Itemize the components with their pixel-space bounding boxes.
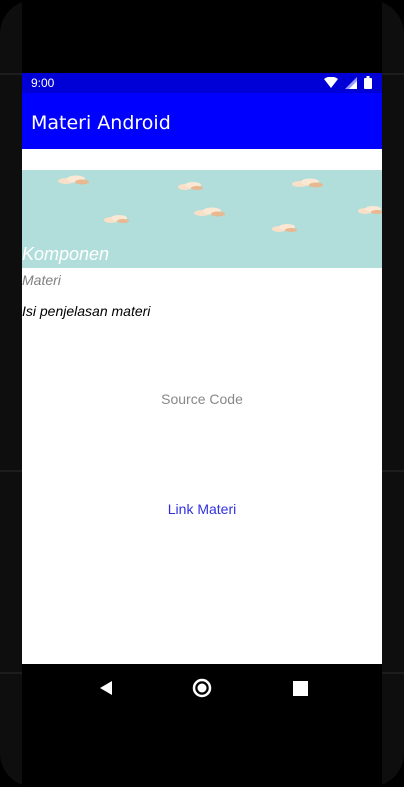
body-text: Isi penjelasan materi xyxy=(22,303,151,319)
cloud-icon xyxy=(358,206,382,214)
battery-icon xyxy=(364,74,372,93)
edge-line xyxy=(0,470,22,472)
cloud-icon xyxy=(194,207,225,217)
cloud-icon xyxy=(58,175,89,185)
edge-line xyxy=(382,73,404,75)
back-icon[interactable] xyxy=(94,676,118,700)
edge-line xyxy=(382,470,404,472)
recents-icon[interactable] xyxy=(288,676,312,700)
edge-line xyxy=(0,73,22,75)
edge-line xyxy=(382,672,404,674)
app-title: Materi Android xyxy=(31,112,171,134)
banner-image: Komponen xyxy=(22,170,382,268)
subtitle: Materi xyxy=(22,272,61,288)
app-screen: 9:00 Materi Android Komponen Materi Isi … xyxy=(22,73,382,664)
bezel-right xyxy=(382,0,404,787)
source-code-button[interactable]: Source Code xyxy=(22,391,382,415)
device-frame: 9:00 Materi Android Komponen Materi Isi … xyxy=(0,0,404,787)
status-time: 9:00 xyxy=(31,76,55,90)
cloud-icon xyxy=(292,178,323,188)
cloud-icon xyxy=(104,215,129,223)
status-bar: 9:00 xyxy=(22,73,382,93)
cloud-icon xyxy=(178,182,203,190)
wifi-icon xyxy=(324,74,338,93)
banner-title: Komponen xyxy=(22,244,110,264)
link-materi-button[interactable]: Link Materi xyxy=(22,501,382,525)
signal-icon xyxy=(345,74,357,93)
app-bar: Materi Android xyxy=(22,93,382,149)
bezel-top xyxy=(0,0,404,73)
cloud-icon xyxy=(272,224,297,232)
status-icons xyxy=(324,74,372,93)
home-icon[interactable] xyxy=(190,676,214,700)
bezel-left xyxy=(0,0,22,787)
navigation-bar xyxy=(22,664,382,712)
edge-line xyxy=(0,672,22,674)
